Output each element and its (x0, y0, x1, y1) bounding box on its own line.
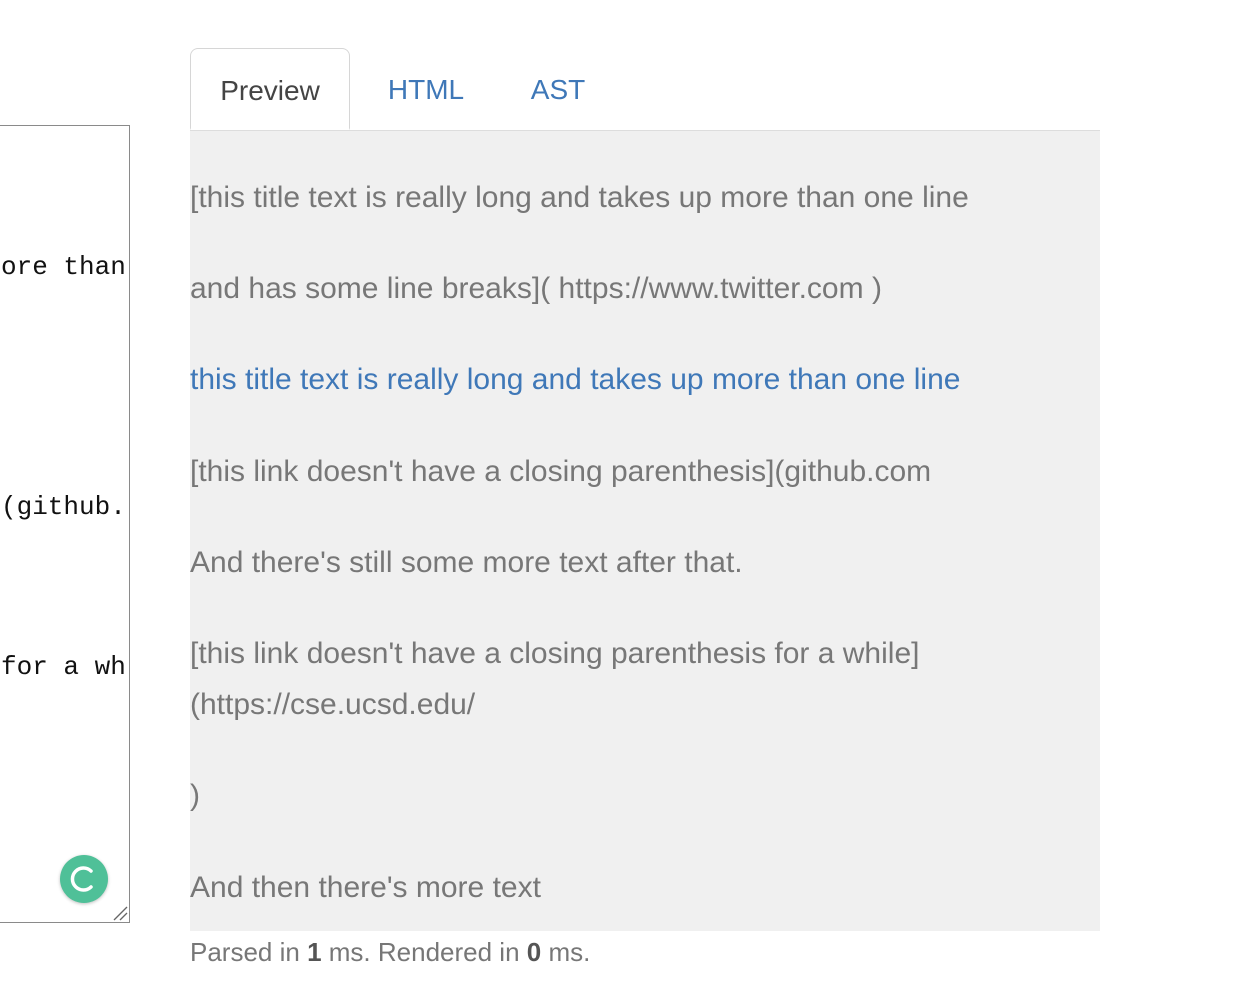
preview-text-line: [this link doesn't have a closing parent… (190, 455, 932, 488)
ms-suffix: ms. (541, 937, 591, 967)
preview-text-line: ) (190, 779, 200, 812)
editor-line: ore than (1, 252, 126, 282)
grammarly-icon[interactable] (60, 855, 108, 903)
output-tabs: Preview HTML AST (190, 48, 1100, 132)
preview-text-line: And there's still some more text after t… (190, 546, 743, 579)
preview-text-line: and has some line breaks]( https://www.t… (190, 272, 882, 305)
preview-text-line: And then there's more text (190, 871, 541, 904)
preview-link[interactable]: this title text is really long and takes… (190, 362, 960, 398)
rendered-label: ms. Rendered in (321, 937, 527, 967)
markdown-demo-page: ore than (github. for a wh Preview HTML … (0, 0, 1252, 996)
tab-html[interactable]: HTML (386, 48, 466, 130)
preview-text-line: [this title text is really long and take… (190, 181, 969, 214)
editor-line: for a wh (1, 652, 126, 682)
rendered-ms: 0 (526, 937, 542, 967)
preview-text-line: (https://cse.ucsd.edu/ (190, 688, 476, 721)
parsed-ms: 1 (307, 937, 322, 967)
timing-status: Parsed in 1 ms. Rendered in 0 ms. (190, 936, 590, 968)
editor-line: (github. (1, 492, 126, 522)
resize-grip-icon[interactable] (112, 905, 128, 921)
markdown-editor[interactable]: ore than (github. for a wh (0, 125, 130, 923)
parsed-label: Parsed in (190, 937, 308, 967)
preview-panel: [this title text is really long and take… (190, 131, 1100, 931)
tab-ast[interactable]: AST (530, 48, 586, 130)
preview-text-line: [this link doesn't have a closing parent… (190, 637, 920, 670)
tab-preview[interactable]: Preview (190, 48, 350, 130)
